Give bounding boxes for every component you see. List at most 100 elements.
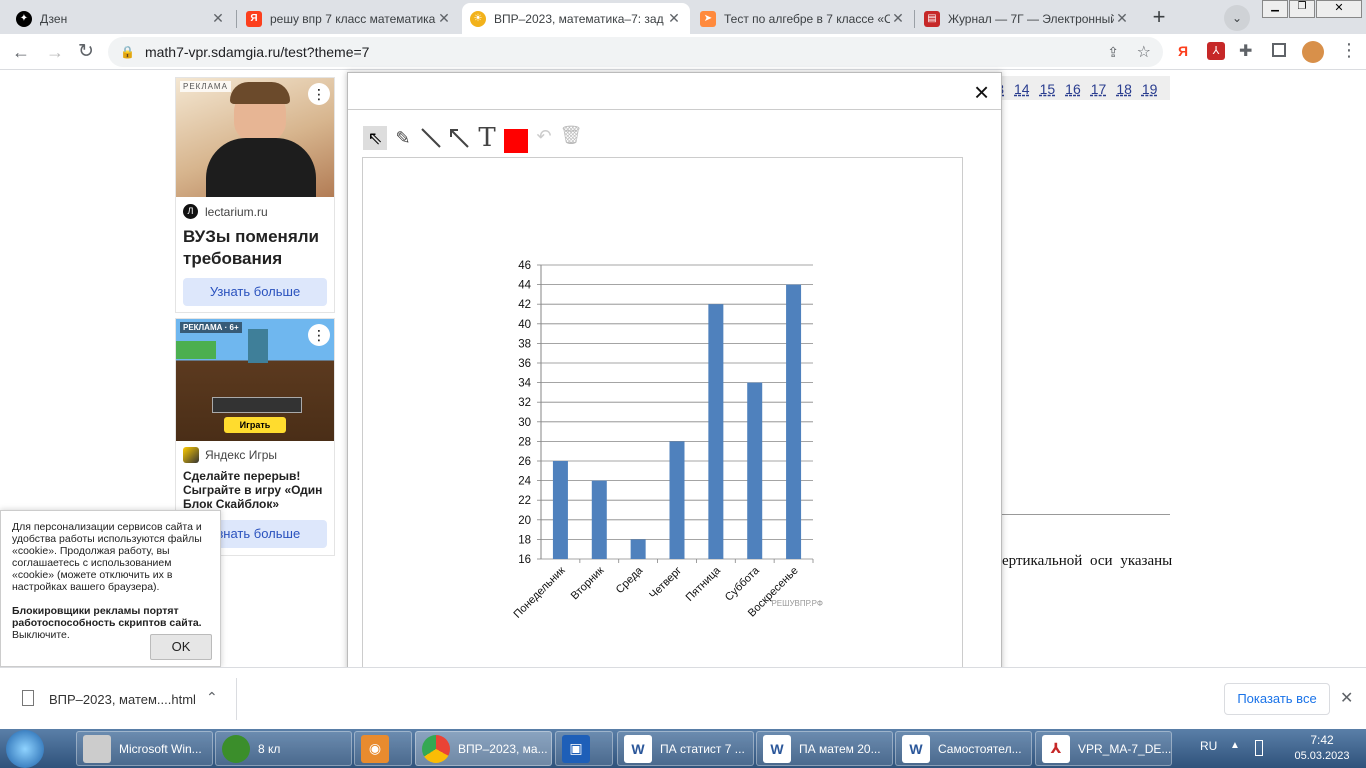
menu-kebab-icon[interactable]: ⋮ — [1340, 40, 1358, 61]
taskbar-item[interactable]: 8 кл — [215, 731, 352, 766]
close-downloads-icon[interactable]: ✕ — [1340, 688, 1353, 708]
clock-date[interactable]: 05.03.2023 — [1290, 750, 1354, 762]
extensions-puzzle-icon[interactable]: ✚ — [1239, 41, 1252, 61]
taskbar-label: Самостоятел... — [938, 741, 1022, 756]
taskbar-item[interactable]: ▣ — [555, 731, 613, 766]
yandex-extension-icon[interactable]: Я — [1178, 43, 1188, 59]
close-tab-icon[interactable]: ✕ — [436, 10, 452, 27]
tab-dzen[interactable]: ✦ Дзен ✕ — [8, 3, 234, 34]
clock-time[interactable]: 7:42 — [1298, 733, 1346, 747]
restore-button[interactable]: ❐ — [1289, 0, 1315, 18]
journal-icon: ▤ — [924, 10, 940, 27]
drawing-canvas[interactable]: 16 18 20 22 24 26 28 30 32 34 36 38 40 42 44 46 Понедель… — [362, 157, 963, 673]
x-tick-label: Понедельник — [511, 565, 567, 621]
ad-block-lectarium[interactable]: РЕКЛАМА ⋮ Л lectarium.ru ВУЗы поменяли т… — [175, 77, 335, 313]
task-link[interactable]: 16 — [1065, 81, 1081, 100]
close-tab-icon[interactable]: ✕ — [1114, 10, 1130, 27]
ad-image: РЕКЛАМА ⋮ — [176, 78, 334, 197]
text-tool-icon[interactable]: T — [475, 123, 499, 153]
task-link[interactable]: 15 — [1040, 81, 1056, 100]
pencil-tool-icon[interactable]: ✎ — [391, 126, 415, 150]
y-tick-label: 18 — [518, 534, 531, 546]
window-close-button[interactable]: ✕ — [1316, 0, 1362, 18]
tab-search-icon[interactable]: ⌄ — [1224, 5, 1250, 31]
pdf-extension-icon[interactable]: ⅄ — [1207, 42, 1225, 60]
tab-test-algebra[interactable]: ➤ Тест по алгебре в 7 классе «С ✕ — [692, 3, 914, 34]
cookie-ok-button[interactable]: OK — [150, 634, 212, 660]
new-tab-button[interactable]: + — [1146, 5, 1172, 31]
divider — [1002, 514, 1170, 515]
taskbar-label: ПА статист 7 ... — [660, 741, 745, 756]
y-tick-label: 44 — [518, 280, 531, 292]
taskbar-item[interactable]: W Самостоятел... — [895, 731, 1032, 766]
drive-icon — [83, 734, 111, 763]
ad-headline: Сделайте перерыв! Сыграйте в игру «Один … — [183, 469, 323, 511]
x-tick-label: Суббота — [723, 564, 763, 604]
yandex-games-icon — [183, 447, 199, 463]
tab-journal[interactable]: ▤ Журнал — 7Г — Электронный ✕ — [916, 3, 1138, 34]
color-picker-swatch[interactable] — [504, 129, 528, 153]
ad-options-icon[interactable]: ⋮ — [308, 324, 330, 346]
word-icon: W — [624, 734, 652, 763]
language-indicator[interactable]: RU — [1200, 739, 1217, 753]
undo-icon[interactable]: ↶ — [532, 126, 556, 150]
x-tick-label: Пятница — [684, 564, 724, 604]
close-tab-icon[interactable]: ✕ — [890, 10, 906, 27]
bar — [630, 539, 646, 559]
adblock-warning-tail: Выключите. — [12, 629, 70, 641]
task-link[interactable]: 14 — [1014, 81, 1030, 100]
modal-header — [348, 73, 1001, 110]
ad-domain: lectarium.ru — [205, 204, 268, 219]
battery-icon[interactable] — [1255, 740, 1263, 756]
share-icon[interactable]: ⇪ — [1107, 44, 1119, 61]
trash-icon[interactable]: 🗑 — [559, 125, 583, 149]
downloads-bar: ВПР–2023, матем....html ⌃ Показать все ✕ — [0, 667, 1366, 729]
taskbar-item[interactable]: ◉ — [354, 731, 412, 766]
x-tick-label: Вторник — [569, 565, 607, 603]
show-all-downloads-button[interactable]: Показать все — [1224, 683, 1330, 715]
taskbar-item[interactable]: W ПА матем 20... — [756, 731, 893, 766]
line-tool-icon[interactable] — [419, 126, 443, 150]
start-button-icon[interactable] — [6, 730, 44, 768]
y-tick-label: 40 — [518, 319, 531, 331]
arrow-tool-icon[interactable] — [447, 126, 471, 150]
bookmark-star-icon[interactable]: ☆ — [1137, 42, 1151, 62]
task-text-fragment: ертикальной оси указаны — [1002, 553, 1173, 569]
browser-toolbar: ← → ↻ 🔒 math7-vpr.sdamgia.ru/test?theme=… — [0, 34, 1366, 70]
back-icon[interactable]: ← — [12, 42, 30, 63]
task-link[interactable]: 17 — [1091, 81, 1107, 100]
modal-close-button[interactable]: × — [974, 79, 989, 105]
taskbar-item[interactable]: ⅄ VPR_MA-7_DE... — [1035, 731, 1172, 766]
taskbar-item[interactable]: Microsoft Win... — [76, 731, 213, 766]
chart-watermark: РЕШУВПР.РФ — [771, 599, 823, 608]
side-panel-icon[interactable] — [1272, 43, 1286, 57]
minimize-button[interactable]: ▁ — [1262, 0, 1288, 18]
play-button[interactable]: Играть — [224, 417, 286, 433]
pointer-tool-icon[interactable]: ⇖ — [363, 126, 387, 150]
adblock-warning: Блокировщики рекламы портят работоспособ… — [12, 605, 202, 629]
download-filename[interactable]: ВПР–2023, матем....html — [49, 692, 196, 707]
tray-expand-icon[interactable]: ▲ — [1230, 740, 1240, 751]
ad-headline: ВУЗы поменяли требования — [183, 227, 319, 268]
pdf-icon: ⅄ — [1042, 734, 1070, 763]
tab-reshu-vpr[interactable]: Я решу впр 7 класс математика ✕ — [238, 3, 460, 34]
close-tab-icon[interactable]: ✕ — [210, 10, 226, 27]
tab-title: Дзен — [40, 11, 68, 26]
download-chevron-icon[interactable]: ⌃ — [206, 689, 218, 706]
taskbar-item[interactable]: ВПР–2023, ма... — [415, 731, 552, 766]
ad-learn-more-button[interactable]: Узнать больше — [183, 278, 327, 306]
close-tab-icon[interactable]: ✕ — [666, 10, 682, 27]
task-link[interactable]: 18 — [1116, 81, 1132, 100]
reload-icon[interactable]: ↻ — [78, 40, 94, 63]
drawing-modal: × ⇖ ✎ T ↶ 🗑 16 18 20 22 24 26 28 30 32 34 36 38 40 42… — [347, 72, 1002, 673]
forward-icon[interactable]: → — [46, 42, 64, 63]
profile-avatar[interactable] — [1302, 41, 1324, 63]
tree-icon — [222, 734, 250, 763]
task-link[interactable]: 19 — [1142, 81, 1158, 100]
dzen-icon: ✦ — [16, 10, 32, 27]
ad-options-icon[interactable]: ⋮ — [308, 83, 330, 105]
taskbar-item[interactable]: W ПА статист 7 ... — [617, 731, 754, 766]
y-tick-label: 24 — [518, 476, 531, 488]
address-bar[interactable]: 🔒 math7-vpr.sdamgia.ru/test?theme=7 ⇪ ☆ — [108, 37, 1163, 67]
tab-vpr-2023[interactable]: ☀ ВПР–2023, математика–7: зад ✕ — [462, 3, 690, 34]
